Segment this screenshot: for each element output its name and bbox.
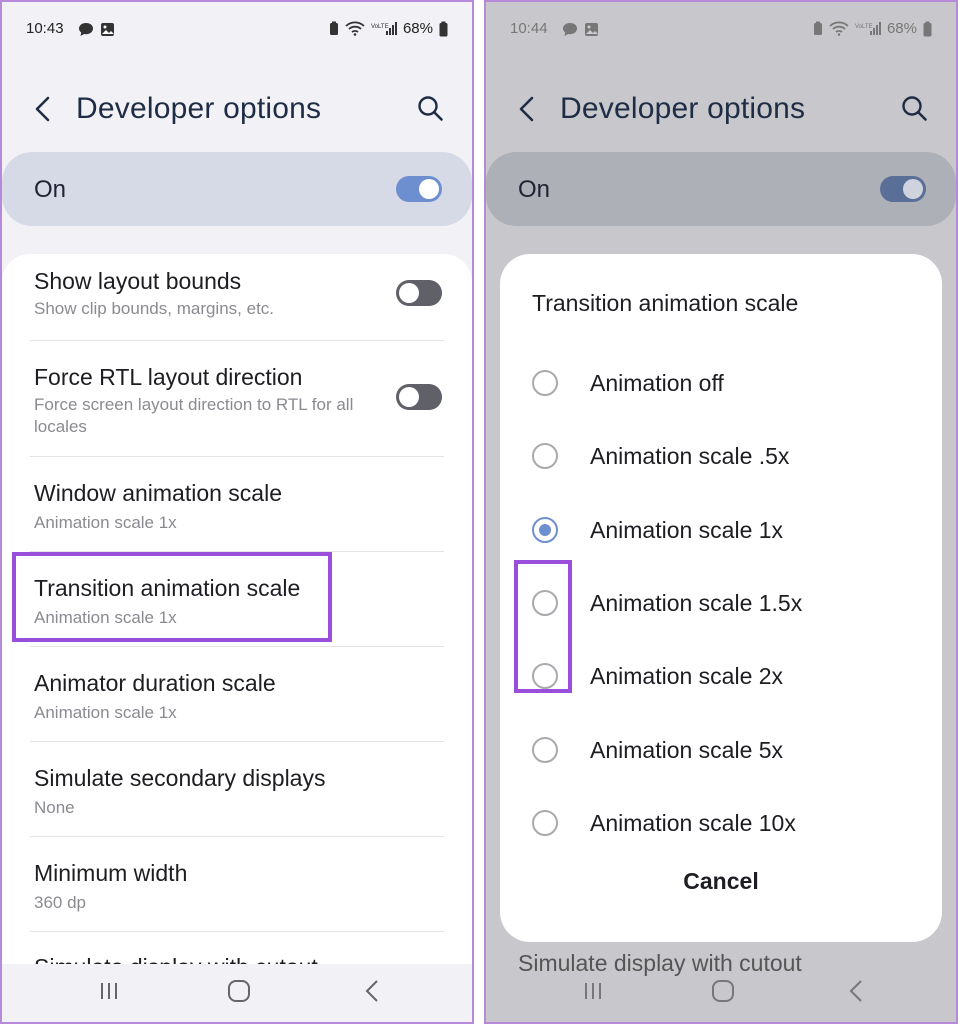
setting-title: Force RTL layout direction <box>34 364 303 390</box>
setting-subtitle: 360 dp <box>34 893 86 912</box>
radio-button[interactable] <box>532 737 558 763</box>
app-bar: Developer options <box>486 80 956 140</box>
dialog-title: Transition animation scale <box>532 290 799 316</box>
master-switch-label: On <box>34 176 67 203</box>
status-bar: 10:44 VoLTE 68% <box>486 2 956 58</box>
setting-animator-duration-scale[interactable]: Animator duration scale Animation scale … <box>2 646 472 742</box>
search-icon[interactable] <box>900 94 930 124</box>
setting-show-layout-bounds[interactable]: Show layout bounds Show clip bounds, mar… <box>2 254 472 350</box>
notification-icons <box>78 22 115 37</box>
radio-button[interactable] <box>532 370 558 396</box>
option-animation-scale-0-5x[interactable]: Animation scale .5x <box>500 425 942 489</box>
setting-force-rtl[interactable]: Force RTL layout direction Force screen … <box>2 340 472 456</box>
radio-button[interactable] <box>532 443 558 469</box>
option-label: Animation off <box>590 370 724 396</box>
highlight-transition-animation-scale <box>12 552 332 642</box>
message-icon <box>563 23 577 36</box>
gallery-icon <box>101 23 114 36</box>
nav-back-icon[interactable] <box>358 976 388 1006</box>
setting-subtitle: Show clip bounds, margins, etc. <box>34 299 275 318</box>
phone-screen-left: 10:43 VoLTE 68% Developer options On Sho… <box>0 0 474 1024</box>
option-animation-scale-10x[interactable]: Animation scale 10x <box>500 792 942 856</box>
setting-subtitle: None <box>34 798 75 817</box>
setting-window-animation-scale[interactable]: Window animation scale Animation scale 1… <box>2 456 472 552</box>
master-switch-label: On <box>518 176 551 203</box>
battery-icon <box>923 21 932 36</box>
option-label: Animation scale .5x <box>590 443 790 469</box>
setting-minimum-width[interactable]: Minimum width 360 dp <box>2 836 472 932</box>
option-animation-scale-5x[interactable]: Animation scale 5x <box>500 719 942 783</box>
navigation-bar <box>2 960 472 1022</box>
setting-title: Show layout bounds <box>34 268 242 294</box>
svg-text:VoLTE: VoLTE <box>855 24 873 30</box>
master-switch-row[interactable]: On <box>2 152 472 226</box>
option-animation-off[interactable]: Animation off <box>500 352 942 416</box>
phone-screen-right: 10:44 VoLTE 68% Developer options On Sim… <box>484 0 958 1024</box>
master-toggle[interactable] <box>396 176 442 202</box>
wifi-icon <box>829 21 849 36</box>
home-icon[interactable] <box>224 976 254 1006</box>
option-label: Animation scale 5x <box>590 737 784 763</box>
status-right: VoLTE 68% <box>813 20 932 37</box>
signal-icon: VoLTE <box>855 22 881 35</box>
battery-saver-icon <box>329 21 338 35</box>
signal-icon: VoLTE <box>371 22 397 35</box>
page-title: Developer options <box>76 92 322 125</box>
battery-percent: 68% <box>402 20 433 37</box>
back-arrow-icon[interactable] <box>28 92 62 126</box>
option-label: Animation scale 1x <box>590 517 784 543</box>
status-time: 10:43 <box>26 20 64 37</box>
master-switch-row[interactable]: On <box>486 152 956 226</box>
show-layout-bounds-toggle[interactable] <box>396 280 442 306</box>
battery-saver-icon <box>813 21 822 35</box>
back-arrow-icon[interactable] <box>512 92 546 126</box>
wifi-icon <box>345 21 365 36</box>
svg-text:VoLTE: VoLTE <box>371 24 389 30</box>
notification-icons <box>562 22 599 37</box>
navigation-bar <box>486 960 956 1022</box>
setting-title: Simulate secondary displays <box>34 765 326 791</box>
battery-icon <box>439 21 448 36</box>
highlight-radio-buttons <box>514 560 572 693</box>
setting-title: Window animation scale <box>34 480 283 506</box>
status-right: VoLTE 68% <box>329 20 448 37</box>
nav-back-icon[interactable] <box>842 976 872 1006</box>
message-icon <box>79 23 93 36</box>
option-label: Animation scale 1.5x <box>590 590 803 616</box>
status-bar: 10:43 VoLTE 68% <box>2 2 472 58</box>
recents-icon[interactable] <box>578 976 608 1006</box>
radio-button[interactable] <box>532 810 558 836</box>
option-label: Animation scale 2x <box>590 663 784 689</box>
battery-percent: 68% <box>886 20 917 37</box>
app-bar: Developer options <box>2 80 472 140</box>
setting-subtitle: Animation scale 1x <box>34 703 177 722</box>
recents-icon[interactable] <box>94 976 124 1006</box>
divider <box>30 931 444 932</box>
cancel-button[interactable]: Cancel <box>500 868 942 895</box>
radio-button-selected[interactable] <box>532 517 558 543</box>
force-rtl-toggle[interactable] <box>396 384 442 410</box>
gallery-icon <box>585 23 598 36</box>
option-label: Animation scale 10x <box>590 810 796 836</box>
page-title: Developer options <box>560 92 806 125</box>
search-icon[interactable] <box>416 94 446 124</box>
setting-title: Minimum width <box>34 860 188 886</box>
option-animation-scale-1x[interactable]: Animation scale 1x <box>500 499 942 563</box>
master-toggle[interactable] <box>880 176 926 202</box>
setting-subtitle: Force screen layout direction to RTL for… <box>34 395 354 436</box>
status-time: 10:44 <box>510 20 548 37</box>
setting-simulate-secondary-displays[interactable]: Simulate secondary displays None <box>2 741 472 837</box>
home-icon[interactable] <box>708 976 738 1006</box>
setting-subtitle: Animation scale 1x <box>34 513 177 532</box>
setting-title: Animator duration scale <box>34 670 276 696</box>
